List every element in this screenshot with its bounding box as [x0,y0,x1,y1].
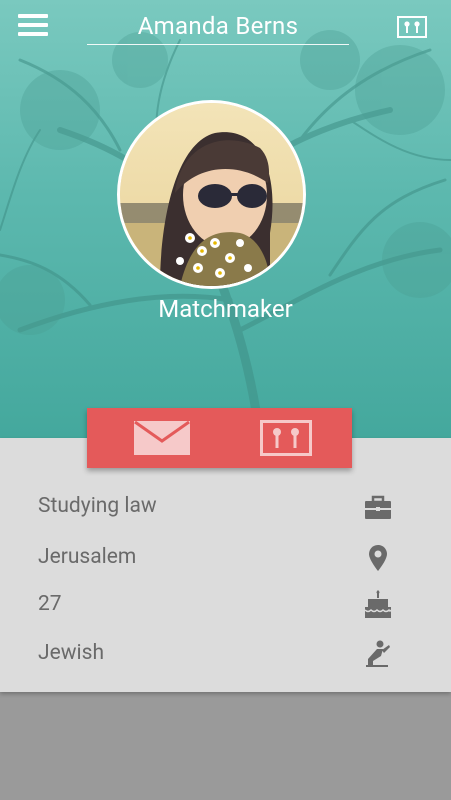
avatar-photo [120,103,303,286]
praying-person-icon [366,640,390,667]
top-bar: Amanda Berns [0,0,451,56]
profile-details-panel: Studying law Jerusalem 27 Jewish [0,438,451,692]
profile-name-title: Amanda Berns [137,12,299,40]
detail-label: 27 [38,592,62,616]
profile-role: Matchmaker [158,295,293,323]
profile-avatar [117,100,306,289]
title-underline [87,44,349,45]
action-bar [87,408,352,468]
menu-button[interactable] [18,14,48,38]
detail-label: Jerusalem [38,545,137,569]
date-invite-button[interactable] [397,16,427,38]
birthday-cake-icon [364,590,392,618]
detail-row-age: 27 [0,586,451,626]
briefcase-icon [365,495,391,519]
hamburger-icon [18,14,48,18]
send-message-button[interactable] [87,408,217,468]
detail-row-occupation: Studying law [0,488,451,528]
utensils-card-icon [397,16,427,38]
location-pin-icon [369,545,387,571]
detail-row-religion: Jewish [0,635,451,675]
detail-row-location: Jerusalem [0,539,451,579]
detail-label: Studying law [38,494,157,518]
envelope-icon [134,421,190,455]
invite-to-date-button[interactable] [222,408,352,468]
detail-label: Jewish [38,641,105,665]
utensils-card-icon [260,420,312,456]
